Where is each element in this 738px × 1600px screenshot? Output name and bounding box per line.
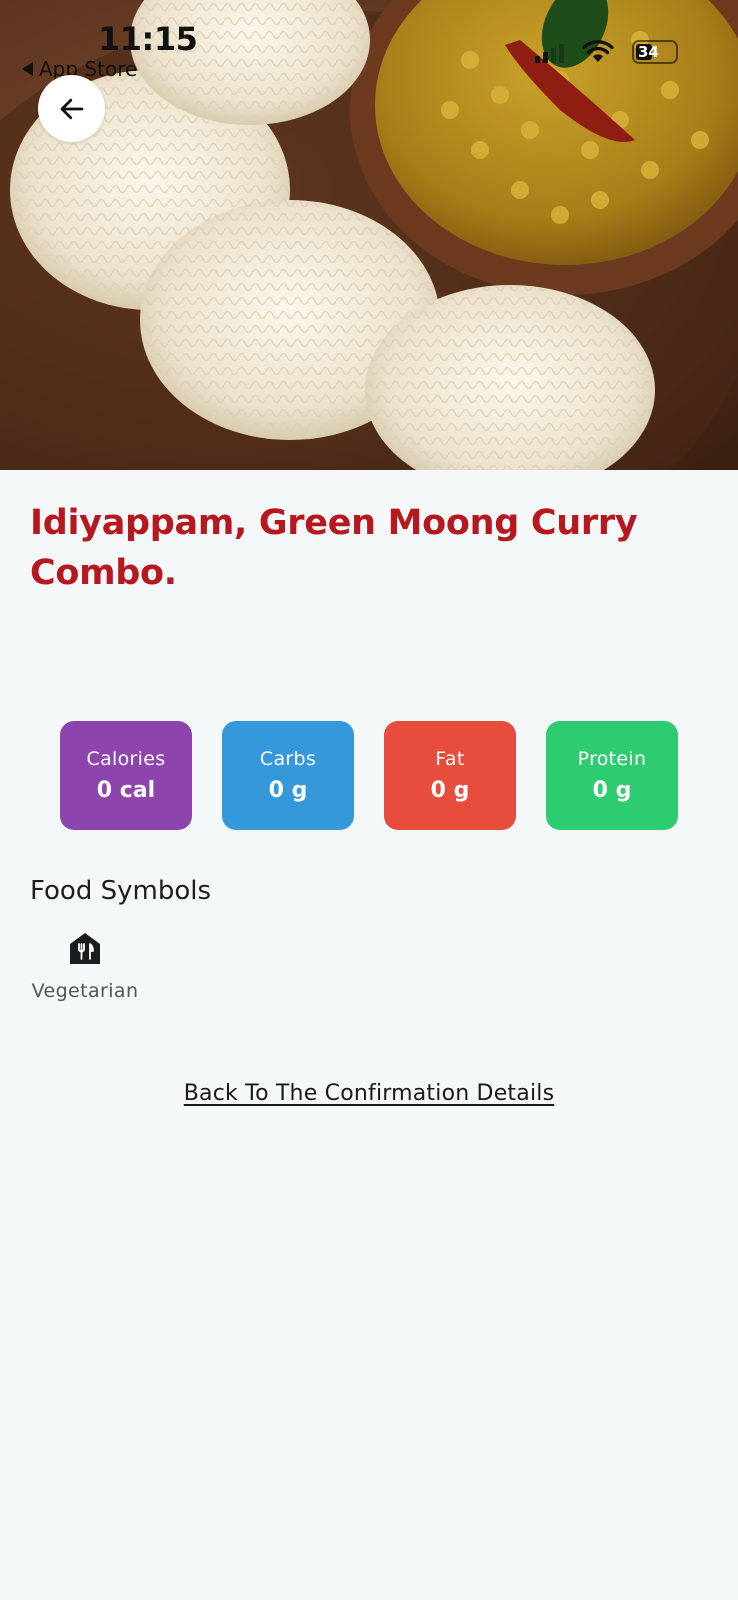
restaurant-house-icon: [70, 933, 100, 964]
back-to-confirmation-link[interactable]: Back To The Confirmation Details: [0, 1081, 738, 1106]
dish-details-screen: 11:15 App Store 34 Idiyappam, Green Moon…: [0, 0, 738, 1600]
nutrition-card-calories: Calories 0 cal: [60, 721, 192, 830]
nutrition-value: 0 cal: [96, 778, 156, 803]
return-app-label: App Store: [39, 57, 138, 81]
back-button[interactable]: [38, 75, 105, 142]
nutrition-card-fat: Fat 0 g: [384, 721, 516, 830]
cellular-signal-icon: [535, 41, 564, 63]
nutrition-label: Carbs: [259, 748, 317, 770]
back-triangle-icon: [22, 62, 33, 76]
battery-level: 34: [638, 43, 659, 61]
nutrition-value: 0 g: [430, 778, 470, 803]
nutrition-summary: Calories 0 cal Carbs 0 g Fat 0 g Protein…: [60, 721, 678, 830]
nutrition-value: 0 g: [268, 778, 308, 803]
wifi-icon: [582, 40, 614, 62]
nutrition-card-carbs: Carbs 0 g: [222, 721, 354, 830]
food-symbol-label: Vegetarian: [31, 980, 139, 1002]
nutrition-label: Protein: [577, 748, 647, 770]
status-time: 11:15: [98, 20, 198, 58]
food-symbols-heading: Food Symbols: [30, 876, 212, 906]
nutrition-value: 0 g: [592, 778, 632, 803]
food-symbol-vegetarian: Vegetarian: [30, 930, 140, 1002]
status-icons: 34: [535, 40, 678, 64]
dish-title: Idiyappam, Green Moong Curry Combo.: [30, 503, 638, 593]
nutrition-label: Calories: [86, 748, 166, 770]
nutrition-card-protein: Protein 0 g: [546, 721, 678, 830]
arrow-left-icon: [60, 98, 83, 119]
nutrition-label: Fat: [435, 748, 465, 770]
battery-icon: 34: [632, 40, 678, 64]
